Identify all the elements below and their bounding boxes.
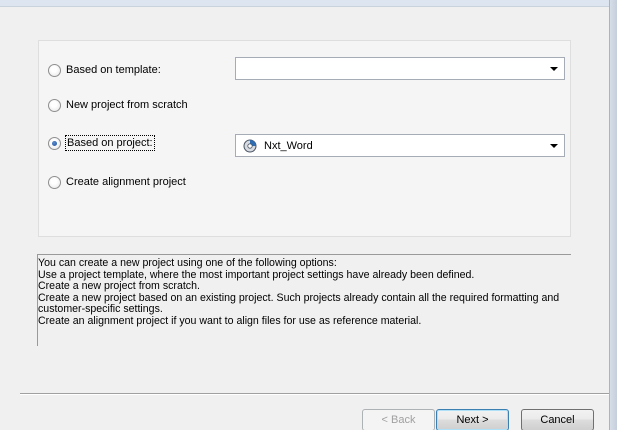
radio-label-based-on-project: Based on project: (65, 135, 155, 151)
radio-new-project-from-scratch[interactable]: New project from scratch (48, 97, 188, 113)
chevron-down-icon[interactable] (550, 67, 558, 71)
description-line: Create an alignment project if you want … (38, 314, 422, 327)
window-border-right (609, 0, 617, 430)
window-title-bar (0, 0, 617, 7)
template-combo[interactable] (235, 57, 565, 80)
radio-label-alignment-project: Create alignment project (66, 176, 186, 188)
chevron-down-icon[interactable] (550, 144, 558, 148)
radio-button-based-on-template[interactable] (48, 63, 61, 77)
cancel-button[interactable]: Cancel (521, 409, 594, 430)
radio-based-on-project[interactable]: Based on project: (48, 135, 155, 151)
project-combo-value: Nxt_Word (264, 139, 313, 152)
description-panel: You can create a new project using one o… (37, 254, 571, 346)
project-combo[interactable]: Nxt_Word (235, 134, 565, 157)
radio-button-alignment-project[interactable] (48, 175, 61, 189)
project-icon (243, 139, 257, 153)
description-line: customer-specific settings. (38, 303, 163, 315)
description-line: You can create a new project using one o… (38, 257, 337, 269)
radio-button-new-project[interactable] (48, 98, 61, 112)
radio-label-new-project: New project from scratch (66, 99, 188, 111)
description-line: Create a new project from scratch. (38, 280, 200, 292)
radio-create-alignment-project[interactable]: Create alignment project (48, 174, 186, 190)
footer-separator (20, 393, 609, 395)
next-button[interactable]: Next > (436, 409, 509, 430)
radio-button-based-on-project[interactable] (48, 136, 61, 150)
radio-label-based-on-template: Based on template: (66, 64, 161, 76)
radio-based-on-template[interactable]: Based on template: (48, 62, 161, 78)
back-button[interactable]: < Back (362, 409, 435, 430)
